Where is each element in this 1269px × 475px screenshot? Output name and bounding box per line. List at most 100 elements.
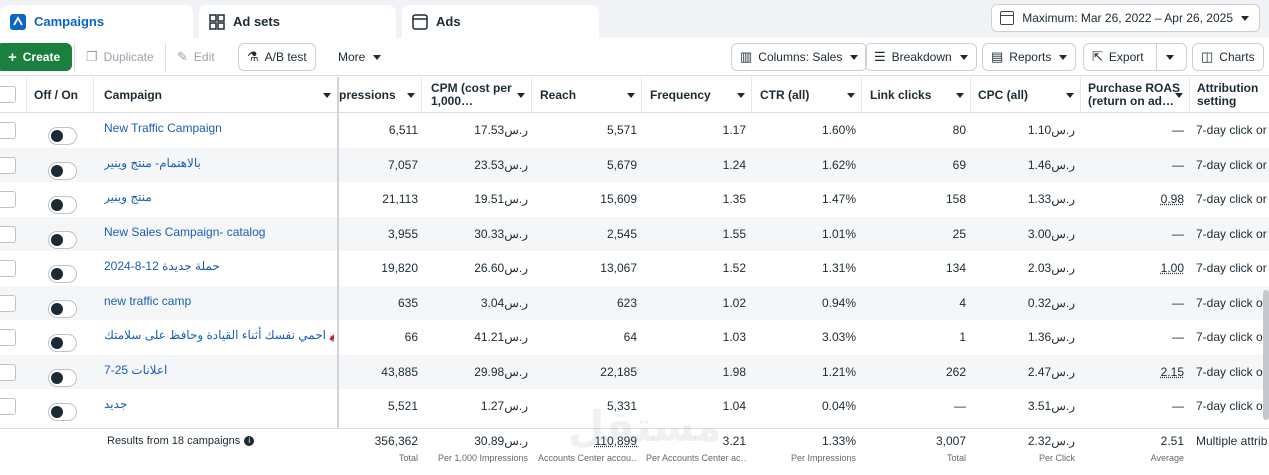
chevron-down-icon[interactable] xyxy=(737,93,745,98)
col-label: CTR (all) xyxy=(760,87,810,102)
row-checkbox[interactable] xyxy=(0,156,16,174)
col-impressions[interactable]: pressions xyxy=(339,77,421,113)
tab-ad-sets[interactable]: Ad sets xyxy=(199,5,396,38)
cell-ctr: 1.31% xyxy=(821,261,856,276)
chevron-down-icon[interactable] xyxy=(1166,55,1174,60)
divider xyxy=(861,77,862,112)
campaign-name-link[interactable]: new traffic camp xyxy=(104,286,334,321)
create-button[interactable]: + Create xyxy=(0,43,73,71)
col-label: Purchase ROAS xyxy=(1088,81,1181,95)
col-attribution[interactable]: Attribution setting xyxy=(1197,77,1269,113)
duplicate-button[interactable]: ❐ Duplicate xyxy=(78,43,162,71)
row-checkbox[interactable] xyxy=(0,294,16,312)
col-ctr[interactable]: CTR (all) xyxy=(760,77,861,113)
cell-cpm: 41.21ر.س xyxy=(474,330,528,345)
date-range-picker[interactable]: Maximum: Mar 26, 2022 – Apr 26, 2025 xyxy=(991,4,1260,32)
table-header: Off / On Campaign pressions CPM (cost pe… xyxy=(0,77,1269,113)
chevron-down-icon[interactable] xyxy=(847,93,855,98)
col-campaign[interactable]: Campaign xyxy=(104,77,337,113)
adsets-grid-icon xyxy=(209,13,225,30)
chevron-down-icon[interactable] xyxy=(1066,93,1074,98)
on-off-toggle[interactable] xyxy=(48,265,77,283)
ab-test-label: A/B test xyxy=(264,50,307,64)
col-label: 1,000… xyxy=(431,94,474,108)
campaign-name-link[interactable]: اعلانات 25-7 xyxy=(104,355,334,390)
campaign-name-link[interactable]: بالاهتمام- منتج وينير xyxy=(104,148,334,183)
table-row[interactable]: New Sales Campaign- catalog 3,955 30.33ر.س… xyxy=(0,216,1269,252)
col-cpc[interactable]: CPC (all) xyxy=(978,77,1080,113)
tab-label: Ad sets xyxy=(233,14,280,29)
campaign-name-link[interactable]: حملة جديدة 12-8-2024 xyxy=(104,251,334,286)
cell-attribution: 7-day click or … xyxy=(1196,295,1269,310)
tab-label: Campaigns xyxy=(34,14,105,29)
on-off-toggle[interactable] xyxy=(48,127,77,145)
cell-ctr: 0.94% xyxy=(821,295,856,310)
row-checkbox[interactable] xyxy=(0,122,16,139)
row-checkbox[interactable] xyxy=(0,225,16,243)
row-checkbox[interactable] xyxy=(0,398,16,415)
col-cpm[interactable]: CPM (cost per 1,000… xyxy=(431,77,531,113)
chevron-down-icon[interactable] xyxy=(323,93,331,98)
reports-button[interactable]: ▤ Reports xyxy=(982,43,1077,71)
cell-ctr: 1.62% xyxy=(821,157,856,172)
row-checkbox[interactable] xyxy=(0,260,16,277)
col-link-clicks[interactable]: Link clicks xyxy=(870,77,970,113)
columns-button[interactable]: ▥ Columns: Sales xyxy=(731,43,868,71)
table-row[interactable]: احمي نفسك أثناء القيادة وحافظ على سلامتك… xyxy=(0,320,1269,355)
cell-reach: 15,609 xyxy=(600,192,637,207)
col-reach[interactable]: Reach xyxy=(540,77,641,113)
divider xyxy=(531,77,532,112)
info-icon[interactable]: i xyxy=(244,436,255,446)
campaign-name-link[interactable]: احمي نفسك أثناء القيادة وحافظ على سلامتك… xyxy=(104,320,334,355)
campaign-name-link[interactable]: جديد xyxy=(104,389,334,424)
table-row[interactable]: منتج وينير 21,113 19.51ر.س 15,609 1.35 1.47% 1… xyxy=(0,182,1269,217)
on-off-toggle[interactable] xyxy=(48,334,77,352)
col-label: Attribution xyxy=(1197,81,1259,95)
footer-sublabel: Total xyxy=(398,453,418,463)
footer-value: 30.89ر.س xyxy=(474,434,528,448)
chevron-down-icon[interactable] xyxy=(1175,93,1183,98)
chevron-down-icon[interactable] xyxy=(956,93,964,98)
edit-button[interactable]: ✎ Edit xyxy=(169,43,223,71)
breakdown-label: Breakdown xyxy=(891,50,952,64)
row-checkbox[interactable] xyxy=(0,329,16,346)
vertical-scrollbar[interactable] xyxy=(1263,290,1269,420)
table-row[interactable]: حملة جديدة 12-8-2024 19,820 26.60ر.س 13,067… xyxy=(0,251,1269,286)
breakdown-button[interactable]: ☰ Breakdown xyxy=(865,43,977,71)
table-row[interactable]: اعلانات 25-7 43,885 29.98ر.س 22,185 1.98 1.21… xyxy=(0,354,1269,390)
chevron-down-icon[interactable] xyxy=(517,93,525,98)
on-off-toggle[interactable] xyxy=(48,403,77,421)
ads-square-icon xyxy=(412,13,428,30)
table-row[interactable]: New Traffic Campaign 6,511 17.53ر.س 5,571 1.… xyxy=(0,113,1269,148)
campaign-name-link[interactable]: منتج وينير xyxy=(104,182,334,217)
on-off-toggle[interactable] xyxy=(48,368,77,387)
on-off-toggle[interactable] xyxy=(48,230,77,249)
columns-label: Columns: Sales xyxy=(758,50,843,64)
charts-button[interactable]: ◫ Charts xyxy=(1192,43,1264,71)
cell-roas: — xyxy=(1172,123,1184,138)
table-row[interactable]: بالاهتمام- منتج وينير 7,057 23.53ر.س 5,679 1… xyxy=(0,147,1269,183)
divider xyxy=(1156,44,1157,70)
col-off-on[interactable]: Off / On xyxy=(34,77,94,113)
row-checkbox[interactable] xyxy=(0,363,16,381)
cell-attribution: 7-day click or … xyxy=(1196,192,1269,207)
footer-cpc: 2.32ر.س Per Click xyxy=(975,434,1075,463)
col-frequency[interactable]: Frequency xyxy=(650,77,751,113)
on-off-toggle[interactable] xyxy=(48,161,77,180)
campaign-name-link[interactable]: New Sales Campaign- catalog xyxy=(104,217,334,252)
table-row[interactable]: new traffic camp 635 3.04ر.س 623 1.02 0.94% 4 0… xyxy=(0,285,1269,321)
row-checkbox[interactable] xyxy=(0,191,16,208)
ab-test-button[interactable]: ⚗ A/B test xyxy=(238,43,316,71)
tab-ads[interactable]: Ads xyxy=(402,5,599,38)
tab-bar: Campaigns Ad sets Ads Maximum: Mar 26, 2… xyxy=(0,0,1269,38)
chevron-down-icon[interactable] xyxy=(627,93,635,98)
on-off-toggle[interactable] xyxy=(48,299,77,318)
export-button[interactable]: ⇱ Export xyxy=(1083,43,1187,71)
tab-campaigns[interactable]: Campaigns xyxy=(0,5,193,38)
col-purchase-roas[interactable]: Purchase ROAS (return on ad… xyxy=(1088,77,1189,113)
select-all-checkbox[interactable] xyxy=(0,86,16,103)
chevron-down-icon[interactable] xyxy=(407,93,415,98)
on-off-toggle[interactable] xyxy=(48,196,77,214)
more-button[interactable]: More xyxy=(330,43,389,71)
campaign-name-link[interactable]: New Traffic Campaign xyxy=(104,113,334,148)
